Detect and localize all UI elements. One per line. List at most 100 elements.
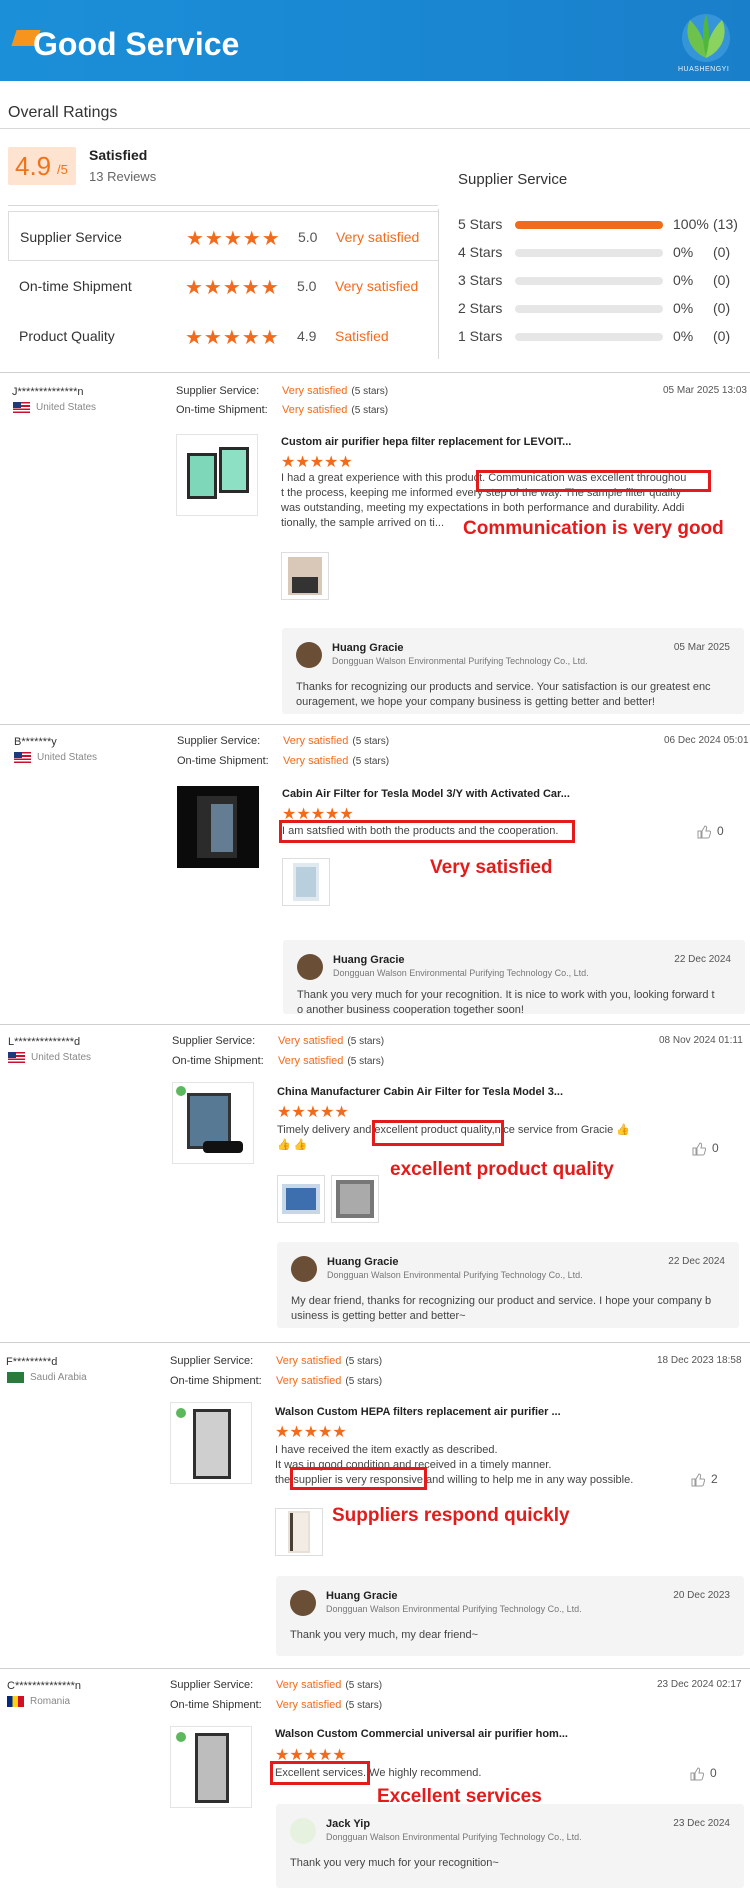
score-out-of: /5 bbox=[57, 162, 68, 177]
rating-breakdown: Supplier Service ★★★★★ 5.0 Very satisfie… bbox=[8, 209, 438, 359]
overall-score: 4.9 bbox=[15, 151, 52, 181]
ontime-shipment-rating: On-time Shipment: Very satisfied (5 stars) bbox=[170, 1699, 382, 1711]
review-photo[interactable] bbox=[275, 1508, 323, 1556]
field-stars: (5 stars) bbox=[345, 1376, 383, 1387]
distribution-row: 2 Stars 0% (0) bbox=[458, 300, 748, 320]
product-title[interactable]: Custom air purifier hepa filter replacem… bbox=[281, 436, 571, 448]
field-value: Very satisfied bbox=[282, 385, 348, 397]
distribution-percent: 0% bbox=[673, 244, 694, 260]
country-name: Saudi Arabia bbox=[30, 1372, 87, 1384]
reply-date: 22 Dec 2024 bbox=[674, 954, 731, 965]
star-level-label: 3 Stars bbox=[458, 272, 503, 288]
product-title[interactable]: China Manufacturer Cabin Air Filter for … bbox=[277, 1086, 563, 1098]
distribution-bar-fill bbox=[515, 221, 663, 229]
like-button[interactable]: 0 bbox=[690, 1766, 717, 1781]
ontime-shipment-rating: On-time Shipment: Very satisfied (5 stars) bbox=[176, 404, 388, 416]
review-photo[interactable] bbox=[277, 1175, 325, 1223]
reply-date: 23 Dec 2024 bbox=[673, 1818, 730, 1829]
star-rating-icon: ★★★★★ bbox=[185, 327, 280, 349]
distribution-count: (0) bbox=[713, 272, 731, 288]
product-thumbnail[interactable] bbox=[176, 434, 258, 516]
product-thumbnail[interactable] bbox=[172, 1082, 254, 1164]
supplier-reply: Huang Gracie Dongguan Walson Environment… bbox=[283, 940, 745, 1016]
avatar bbox=[296, 642, 322, 668]
product-title[interactable]: Cabin Air Filter for Tesla Model 3/Y wit… bbox=[282, 788, 570, 800]
reply-line: Thank you very much, my dear friend~ bbox=[290, 1629, 478, 1641]
highlight-box bbox=[290, 1467, 427, 1490]
review-card: C**************n Romania Supplier Servic… bbox=[0, 1668, 750, 1903]
distribution-row: 4 Stars 0% (0) bbox=[458, 244, 748, 264]
distribution-bar bbox=[515, 221, 663, 229]
distribution-count: (13) bbox=[713, 216, 738, 232]
star-level-label: 1 Stars bbox=[458, 328, 503, 344]
field-stars: (5 stars) bbox=[345, 1700, 383, 1711]
field-value: Very satisfied bbox=[276, 1679, 342, 1691]
review-photo[interactable] bbox=[282, 858, 330, 906]
review-card: B*******y United States Supplier Service… bbox=[0, 724, 750, 1024]
distribution-percent: 0% bbox=[673, 328, 694, 344]
field-label: On-time Shipment: bbox=[170, 1375, 262, 1387]
star-level-label: 2 Stars bbox=[458, 300, 503, 316]
field-stars: (5 stars) bbox=[345, 1356, 383, 1367]
reply-text: My dear friend, thanks for recognizing o… bbox=[291, 1294, 711, 1324]
review-date: 05 Mar 2025 13:03 bbox=[663, 385, 747, 396]
vertical-divider bbox=[438, 209, 439, 359]
distribution-bar bbox=[515, 277, 663, 285]
rating-label: Supplier Service bbox=[20, 229, 122, 245]
reply-line: Thank you very much for your recognition… bbox=[297, 989, 715, 1001]
reply-company: Dongguan Walson Environmental Purifying … bbox=[327, 1270, 583, 1280]
field-stars: (5 stars) bbox=[351, 386, 389, 397]
reply-line: Thank you very much for your recognition… bbox=[290, 1857, 499, 1869]
callout-label: Communication is very good bbox=[463, 518, 724, 539]
field-value: Very satisfied bbox=[283, 755, 349, 767]
product-title[interactable]: Walson Custom HEPA filters replacement a… bbox=[275, 1406, 561, 1418]
supplier-reply: Jack Yip Dongguan Walson Environmental P… bbox=[276, 1804, 744, 1888]
callout-label: excellent product quality bbox=[390, 1159, 614, 1180]
field-label: Supplier Service: bbox=[172, 1035, 256, 1047]
reply-line: My dear friend, thanks for recognizing o… bbox=[291, 1295, 712, 1307]
reply-line: ouragement, we hope your company busines… bbox=[296, 696, 655, 708]
star-rating-icon: ★★★★★ bbox=[185, 277, 280, 299]
us-flag-icon bbox=[14, 752, 31, 763]
rating-text: Satisfied bbox=[335, 328, 389, 344]
product-thumbnail[interactable] bbox=[170, 1402, 252, 1484]
thumbs-up-icon bbox=[697, 825, 711, 839]
country-name: Romania bbox=[30, 1696, 71, 1708]
reviewer-name: J**************n bbox=[12, 386, 84, 398]
review-photo[interactable] bbox=[281, 552, 329, 600]
distribution-count: (0) bbox=[713, 244, 731, 260]
product-thumbnail[interactable] bbox=[170, 1726, 252, 1808]
distribution-bar bbox=[515, 305, 663, 313]
avatar bbox=[290, 1818, 316, 1844]
reply-company: Dongguan Walson Environmental Purifying … bbox=[332, 656, 588, 666]
us-flag-icon bbox=[13, 402, 30, 413]
review-photo[interactable] bbox=[331, 1175, 379, 1223]
reviewer-name: F*********d bbox=[6, 1356, 58, 1368]
reply-date: 05 Mar 2025 bbox=[673, 642, 730, 653]
field-value: Very satisfied bbox=[283, 735, 349, 747]
score-badge: 4.9 /5 bbox=[8, 147, 76, 185]
field-value: Very satisfied bbox=[282, 404, 348, 416]
like-button[interactable]: 0 bbox=[692, 1141, 719, 1156]
reviews-count: 13 Reviews bbox=[89, 169, 157, 184]
highlight-box bbox=[372, 1120, 504, 1146]
review-card: L**************d United States Supplier … bbox=[0, 1024, 750, 1342]
reply-author: Huang Gracie bbox=[332, 642, 404, 654]
product-thumbnail[interactable] bbox=[177, 786, 259, 868]
reviewer-country: United States bbox=[8, 1052, 91, 1063]
like-button[interactable]: 0 bbox=[697, 824, 724, 839]
reviewer-name: C**************n bbox=[7, 1680, 81, 1692]
field-stars: (5 stars) bbox=[347, 1036, 385, 1047]
ontime-shipment-rating: On-time Shipment: Very satisfied (5 stars) bbox=[170, 1375, 382, 1387]
romania-flag-icon bbox=[7, 1696, 24, 1707]
field-label: On-time Shipment: bbox=[177, 755, 269, 767]
saudi-flag-icon bbox=[7, 1372, 24, 1383]
avatar bbox=[297, 954, 323, 980]
like-count: 2 bbox=[711, 1472, 718, 1486]
comment-line: I have received the item exactly as desc… bbox=[275, 1444, 498, 1456]
like-button[interactable]: 2 bbox=[691, 1472, 718, 1487]
reply-author: Huang Gracie bbox=[333, 954, 405, 966]
reviewer-name: B*******y bbox=[14, 736, 57, 748]
product-title[interactable]: Walson Custom Commercial universal air p… bbox=[275, 1728, 568, 1740]
divider bbox=[8, 205, 438, 206]
